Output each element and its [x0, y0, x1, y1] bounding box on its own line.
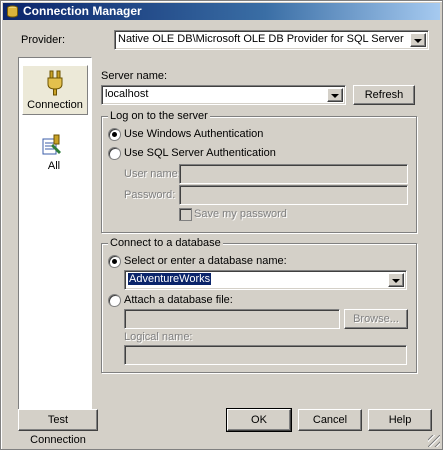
- ok-button[interactable]: OK: [226, 408, 292, 432]
- save-password-checkbox[interactable]: [179, 208, 192, 221]
- attach-file-label[interactable]: Attach a database file:: [124, 294, 233, 307]
- database-icon: [7, 5, 18, 18]
- sidebar-item-label: Connection: [27, 99, 83, 111]
- window-title: Connection Manager: [23, 4, 142, 18]
- windows-auth-radio[interactable]: [108, 128, 121, 141]
- attach-file-radio[interactable]: [108, 294, 121, 307]
- provider-label: Provider:: [21, 34, 66, 46]
- password-label: Password:: [124, 189, 176, 201]
- database-name-combo[interactable]: AdventureWorks: [124, 270, 407, 290]
- sidebar-item-connection[interactable]: Connection: [22, 65, 88, 115]
- select-database-label[interactable]: Select or enter a database name:: [124, 255, 287, 268]
- title-bar[interactable]: Connection Manager: [3, 3, 440, 20]
- all-properties-icon: [42, 134, 61, 155]
- sql-auth-label[interactable]: Use SQL Server Authentication: [124, 147, 276, 160]
- cancel-button[interactable]: Cancel: [298, 409, 362, 431]
- connection-plug-icon: [47, 70, 63, 96]
- logical-name-input[interactable]: [124, 345, 407, 365]
- sidebar-item-all[interactable]: All: [22, 134, 86, 176]
- sql-auth-radio[interactable]: [108, 147, 121, 160]
- attach-file-input[interactable]: [124, 309, 340, 329]
- chevron-down-icon[interactable]: [410, 33, 426, 47]
- database-name-value: AdventureWorks: [128, 273, 212, 285]
- provider-combo[interactable]: Native OLE DB\Microsoft OLE DB Provider …: [114, 30, 429, 50]
- test-connection-button[interactable]: Test Connection: [18, 409, 98, 446]
- chevron-down-icon[interactable]: [388, 273, 404, 287]
- save-password-label[interactable]: Save my password: [194, 208, 287, 221]
- help-button[interactable]: Help: [368, 409, 432, 431]
- user-name-label: User name:: [124, 168, 181, 180]
- server-name-combo[interactable]: localhost: [101, 85, 346, 105]
- connection-manager-dialog: Connection Manager Provider: Native OLE …: [0, 0, 443, 450]
- resize-grip-icon[interactable]: [428, 435, 440, 447]
- server-name-label: Server name:: [101, 70, 168, 82]
- select-database-radio[interactable]: [108, 255, 121, 268]
- sidebar-item-label: All: [47, 160, 61, 172]
- user-name-input[interactable]: [179, 164, 408, 184]
- chevron-down-icon[interactable]: [327, 88, 343, 102]
- password-input[interactable]: [179, 185, 408, 205]
- refresh-button[interactable]: Refresh: [353, 85, 415, 105]
- browse-button[interactable]: Browse...: [344, 309, 408, 329]
- page-selector: Connection All: [18, 57, 92, 415]
- server-name-value: localhost: [105, 88, 149, 100]
- logon-group-title: Log on to the server: [108, 110, 210, 123]
- database-group-title: Connect to a database: [108, 237, 223, 250]
- windows-auth-label[interactable]: Use Windows Authentication: [124, 128, 263, 141]
- logical-name-label: Logical name:: [124, 331, 193, 343]
- provider-value: Native OLE DB\Microsoft OLE DB Provider …: [118, 33, 404, 45]
